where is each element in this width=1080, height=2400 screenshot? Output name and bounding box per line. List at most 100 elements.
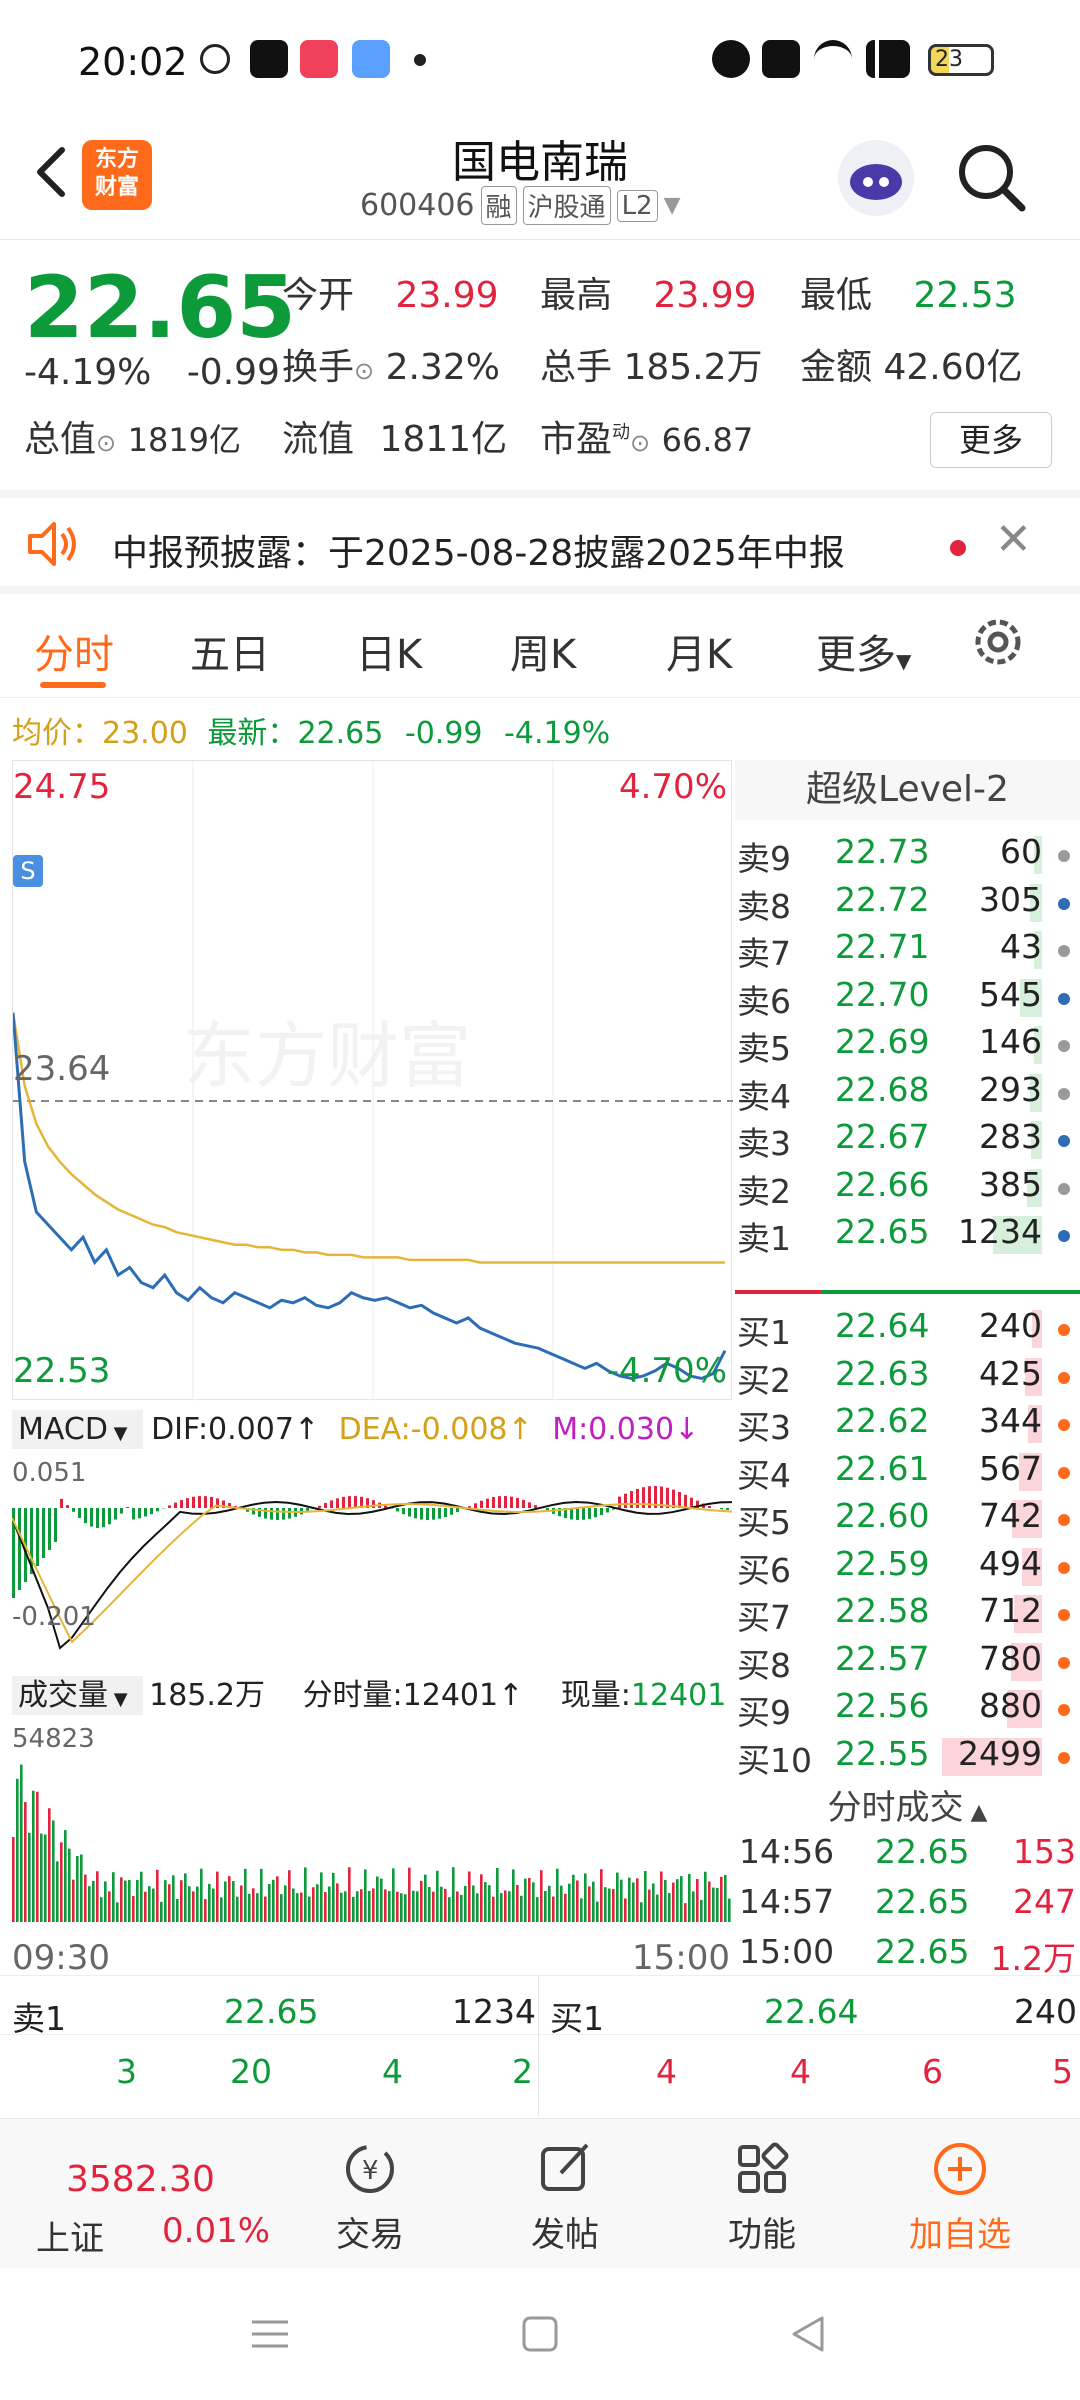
macd-bar: [54, 1508, 57, 1542]
volume-bar: [436, 1870, 439, 1922]
level-dot: [1058, 945, 1070, 957]
volume-value: 185.2万: [623, 347, 763, 388]
sell-row[interactable]: 卖7 22.71 43: [735, 927, 1080, 974]
tiktok-icon: [250, 40, 288, 78]
nav-add-watchlist[interactable]: 加自选: [890, 2129, 1030, 2256]
volume-bar: [148, 1886, 151, 1922]
level2-title[interactable]: 超级Level-2: [735, 760, 1080, 820]
volume-bar: [132, 1895, 135, 1922]
home-icon[interactable]: [518, 2312, 562, 2356]
buy-row[interactable]: 买9 22.56 880: [735, 1686, 1080, 1733]
level-price: 22.66: [835, 1164, 930, 1204]
sell-row[interactable]: 卖3 22.67 283: [735, 1117, 1080, 1164]
nav-post[interactable]: 发帖: [505, 2129, 625, 2256]
volume-bar: [664, 1880, 667, 1922]
level-volume: 494: [979, 1543, 1042, 1583]
buy-row[interactable]: 买1 22.64 240: [735, 1306, 1080, 1353]
volume-bar: [100, 1897, 103, 1922]
volume-selector[interactable]: 成交量 ▼: [12, 1676, 144, 1715]
tick-price: 22.65: [875, 1832, 970, 1871]
close-icon[interactable]: ✕: [995, 514, 1032, 565]
nav-trade[interactable]: ¥ 交易: [310, 2129, 430, 2256]
pe-value: 66.87: [661, 421, 754, 459]
nav-functions-label: 功能: [728, 2215, 796, 2255]
sell-row[interactable]: 卖6 22.70 545: [735, 975, 1080, 1022]
latest-label: 最新：: [207, 716, 298, 751]
buy-row[interactable]: 买5 22.60 742: [735, 1496, 1080, 1543]
volume-label: 总手: [540, 347, 613, 388]
index-pct: 0.01%: [162, 2211, 271, 2251]
sell-row[interactable]: 卖1 22.65 1234: [735, 1212, 1080, 1259]
volume-bar: [248, 1893, 251, 1922]
sell-row[interactable]: 卖2 22.66 385: [735, 1165, 1080, 1212]
tag-level2: L2: [616, 189, 658, 222]
level-volume: 385: [979, 1164, 1042, 1204]
buy-row[interactable]: 买7 22.58 712: [735, 1591, 1080, 1638]
gear-icon[interactable]: [968, 612, 1028, 672]
back-nav-icon[interactable]: [786, 2312, 830, 2356]
volume-bar: [144, 1891, 147, 1922]
info-icon[interactable]: ⊙: [630, 429, 650, 457]
level-dot: [1058, 1087, 1070, 1100]
sell-row[interactable]: 卖5 22.69 146: [735, 1022, 1080, 1069]
tab-5day[interactable]: 五日: [190, 622, 270, 680]
sell-row[interactable]: 卖4 22.68 293: [735, 1070, 1080, 1117]
macd-bar: [288, 1508, 291, 1519]
order-book[interactable]: 超级Level-2 卖9 22.73 60 卖8 22.72 305 卖7 22.71 43 卖6…: [735, 760, 1080, 1978]
volume-bar: [696, 1879, 699, 1922]
volume-bar: [80, 1854, 83, 1922]
macd-selector[interactable]: MACD ▼: [12, 1410, 144, 1449]
volume-bar: [252, 1888, 255, 1922]
info-icon[interactable]: ⊙: [354, 357, 374, 385]
chevron-down-icon[interactable]: ▼: [664, 193, 681, 218]
intraday-chart[interactable]: 东方财富 24.75 4.70% 23.64 22.53 -4.70% S: [12, 760, 733, 1401]
buy-row[interactable]: 买6 22.59 494: [735, 1544, 1080, 1591]
tab-more[interactable]: 更多▼: [816, 622, 911, 680]
ticks-title[interactable]: 分时成交 ▲: [735, 1780, 1080, 1829]
float-value: 1811亿: [379, 419, 508, 460]
sell-row[interactable]: 卖8 22.72 305: [735, 880, 1080, 927]
s-marker-icon[interactable]: S: [13, 855, 43, 887]
buy-row[interactable]: 买2 22.63 425: [735, 1354, 1080, 1401]
menu-icon[interactable]: [248, 2312, 292, 2356]
buy-row[interactable]: 买4 22.61 567: [735, 1449, 1080, 1496]
more-button[interactable]: 更多: [930, 412, 1052, 468]
tab-intraday[interactable]: 分时: [34, 622, 114, 680]
notice-bar[interactable]: 中报预披露：于2025-08-28披露2025年中报 ✕: [0, 490, 1080, 594]
macd-panel[interactable]: MACD ▼ DIF:0.007↑ DEA:-0.008↑ M:0.030↓ 0…: [12, 1402, 732, 1662]
sell-row[interactable]: 卖9 22.73 60: [735, 832, 1080, 879]
macd-bottom-label: -0.201: [12, 1602, 96, 1632]
macd-bar: [450, 1508, 453, 1515]
level-price: 22.67: [835, 1117, 930, 1156]
notice-text[interactable]: 中报预披露：于2025-08-28披露2025年中报: [112, 524, 845, 576]
volume-bar: [620, 1879, 623, 1922]
volume-bar: [140, 1871, 143, 1922]
stock-code: 600406: [360, 188, 475, 223]
volume-bar: [632, 1882, 635, 1922]
tick-volume: 153: [1013, 1832, 1076, 1871]
tab-daily[interactable]: 日K: [356, 622, 422, 680]
index-ticker[interactable]: 3582.30 上证 0.01%: [30, 2139, 290, 2259]
info-icon[interactable]: ⊙: [96, 429, 116, 457]
buy-row[interactable]: 买3 22.62 344: [735, 1401, 1080, 1448]
volume-bar: [220, 1897, 223, 1922]
volume-bar: [716, 1887, 719, 1922]
level-price: 22.64: [835, 1306, 930, 1345]
level-volume: 43: [1000, 927, 1042, 966]
y-min-label: 22.53: [13, 1351, 111, 1391]
volume-bar: [72, 1879, 75, 1922]
volume-bar: [708, 1881, 711, 1922]
tab-monthly[interactable]: 月K: [666, 622, 732, 680]
buy-row[interactable]: 买10 22.55 2499: [735, 1734, 1080, 1781]
level-label: 买10: [737, 1740, 812, 1780]
nav-functions[interactable]: 功能: [702, 2129, 822, 2256]
tab-weekly[interactable]: 周K: [510, 622, 576, 680]
volume-panel[interactable]: 成交量 ▼ 185.2万 分时量:12401↑ 现量:12401 54823 0…: [12, 1664, 732, 1978]
grid-icon: [738, 2142, 789, 2193]
volume-bar: [48, 1808, 51, 1922]
buy-row[interactable]: 买8 22.57 780: [735, 1639, 1080, 1686]
macd-bar: [42, 1508, 45, 1558]
macd-bar: [126, 1506, 129, 1508]
amount-label: 金额: [800, 347, 873, 388]
sell-queue-item: 3: [116, 2052, 137, 2091]
